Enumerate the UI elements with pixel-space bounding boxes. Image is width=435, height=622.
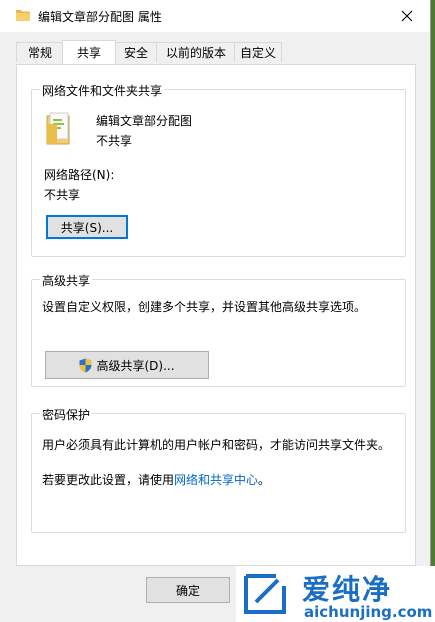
sharing-panel: 网络文件和文件夹共享 编辑文章部分配图 不共享 网络路径(N): 不共享 共享(… [16,64,416,566]
network-path-value[interactable]: 不共享 [44,186,80,203]
watermark-logo: 爱纯净 aichunjing.com [236,566,435,622]
window-title: 编辑文章部分配图 属性 [38,10,162,24]
tab-sharing[interactable]: 共享 [62,40,116,64]
change-setting-prefix: 若要更改此设置，请使用 [42,473,175,487]
change-setting-text: 若要更改此设置，请使用网络和共享中心。 [42,471,270,488]
advanced-sharing-description: 设置自定义权限，创建多个共享，并设置其他高级共享选项。 [42,300,367,314]
tab-customize[interactable]: 自定义 [234,42,282,62]
brand-name: 爱纯净 [302,573,393,606]
change-setting-suffix: 。 [258,473,271,487]
tab-general[interactable]: 常规 [16,42,64,62]
folder-icon [46,112,70,145]
brand-logo-icon [244,574,286,614]
advanced-sharing-button-label: 高级共享(D)... [96,358,175,373]
advanced-sharing-group: 高级共享 设置自定义权限，创建多个共享，并设置其他高级共享选项。 高级共享(D)… [31,272,406,387]
properties-window: 编辑文章部分配图 属性 常规 共享 安全 以前的版本 自定义 网络文件和文件夹共… [0,0,431,622]
shield-icon [79,358,92,372]
network-sharing-center-link[interactable]: 网络和共享中心 [174,473,258,487]
close-icon [401,10,413,22]
network-sharing-title: 网络文件和文件夹共享 [40,82,165,99]
folder-name: 编辑文章部分配图 [96,114,193,128]
network-sharing-group: 网络文件和文件夹共享 编辑文章部分配图 不共享 网络路径(N): 不共享 共享(… [31,82,406,257]
title-bar[interactable]: 编辑文章部分配图 属性 [0,0,430,32]
advanced-sharing-button[interactable]: 高级共享(D)... [45,351,209,379]
password-protection-group: 密码保护 用户必须具有此计算机的用户帐户和密码，才能访问共享文件夹。 若要更改此… [31,406,406,533]
ok-button[interactable]: 确定 [146,577,230,603]
close-button[interactable] [384,0,430,32]
network-path-label: 网络路径(N): [44,168,115,182]
share-status: 不共享 [96,134,133,148]
advanced-sharing-title: 高级共享 [40,272,93,289]
brand-url: aichunjing.com [304,603,433,621]
folder-icon [16,10,30,21]
tab-previous-versions[interactable]: 以前的版本 [156,42,236,62]
tab-security[interactable]: 安全 [114,42,158,62]
password-protection-title: 密码保护 [40,406,93,423]
share-button[interactable]: 共享(S)... [46,215,128,239]
password-protection-description: 用户必须具有此计算机的用户帐户和密码，才能访问共享文件夹。 [42,438,391,452]
